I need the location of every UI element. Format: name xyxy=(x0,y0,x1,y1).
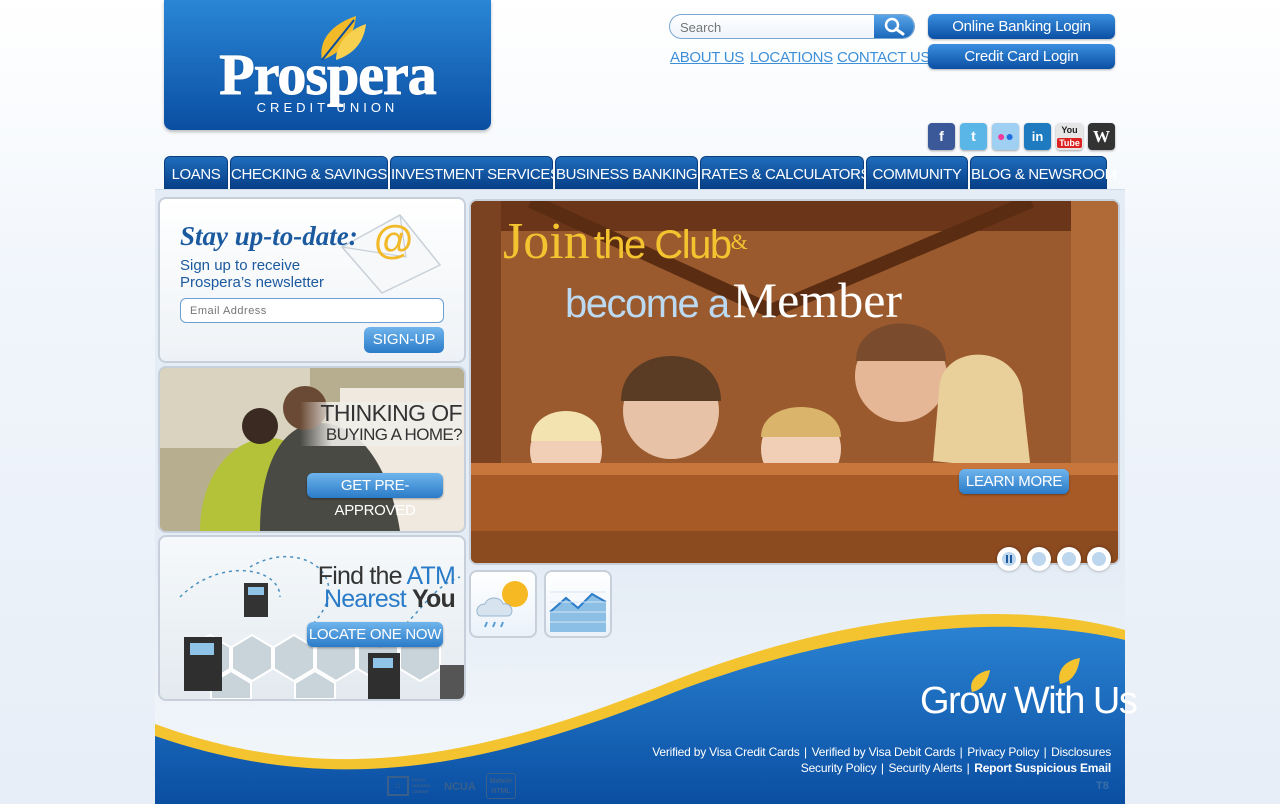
tab-investment-services[interactable]: INVESTMENT SERVICES xyxy=(390,156,560,189)
newsletter-title: Stay up-to-date: xyxy=(180,221,358,251)
tagline: Grow With Us xyxy=(920,680,1138,722)
search-icon xyxy=(884,17,905,36)
newsletter-line-1: Sign up to receive xyxy=(180,257,301,274)
hero-the-club: the Club xyxy=(593,223,732,267)
atm-promo-nearest: Nearest xyxy=(323,585,407,613)
linkedin-icon[interactable]: in xyxy=(1024,123,1051,150)
weather-icon xyxy=(476,581,528,628)
atm-locator-promo[interactable]: Find the ATM Nearest You LOCATE ONE NOW xyxy=(158,535,466,701)
logo-subtitle: CREDIT UNION xyxy=(256,100,399,115)
newsletter-panel: @ Stay up-to-date: Sign up to receive Pr… xyxy=(158,197,466,363)
equal-housing-icon: ⌂ xyxy=(387,776,409,796)
tab-checking-savings[interactable]: CHECKING & SAVINGS xyxy=(230,156,388,189)
contact-us-link[interactable]: CONTACT US xyxy=(837,49,930,66)
locations-link[interactable]: LOCATIONS xyxy=(750,49,833,66)
atm-promo-you: You xyxy=(412,585,456,613)
ncua-badge: NCUA xyxy=(444,781,476,793)
weather-tile[interactable] xyxy=(469,570,537,638)
footer-links-row-2: Security Policy | Security Alerts | Repo… xyxy=(800,761,1111,775)
logo[interactable]: Prospera CREDIT UNION xyxy=(164,0,491,130)
security-policy-link[interactable]: Security Policy xyxy=(801,761,877,775)
tab-community[interactable]: COMMUNITY xyxy=(866,156,968,189)
hero-become-a: become a xyxy=(565,282,730,326)
tab-rates-calculators[interactable]: RATES & CALCULATORS xyxy=(700,156,871,189)
couple-photo xyxy=(160,368,464,531)
facebook-icon[interactable]: f xyxy=(928,123,955,150)
email-field[interactable] xyxy=(180,298,444,323)
slider-dot-1[interactable] xyxy=(1027,547,1051,571)
hero-join: Join xyxy=(503,213,590,270)
home-promo-line-1: THINKING OF xyxy=(320,400,462,426)
pause-icon xyxy=(1002,552,1016,566)
report-suspicious-email-link[interactable]: Report Suspicious Email xyxy=(974,761,1111,775)
chart-icon xyxy=(549,591,607,632)
flickr-icon[interactable]: ●● xyxy=(992,123,1019,150)
visa-credit-link[interactable]: Verified by Visa Credit Cards xyxy=(652,745,800,759)
hero-heading: Join the Club& become a Member xyxy=(503,216,903,336)
hero-ampersand: & xyxy=(730,229,748,254)
svg-text:@: @ xyxy=(374,218,413,262)
locate-one-now-button[interactable]: LOCATE ONE NOW xyxy=(307,622,443,647)
online-banking-login-button[interactable]: Online Banking Login xyxy=(928,14,1115,39)
credit-card-login-button[interactable]: Credit Card Login xyxy=(928,44,1115,69)
sign-up-button[interactable]: SIGN-UP xyxy=(364,327,444,353)
wordpress-icon[interactable]: W xyxy=(1088,123,1115,150)
about-us-link[interactable]: ABOUT US xyxy=(670,49,744,66)
atm-promo-heading: Find the ATM Nearest You xyxy=(280,564,456,613)
tab-blog-newsroom[interactable]: BLOG & NEWSROOM xyxy=(970,156,1117,189)
twitter-icon[interactable]: t xyxy=(960,123,987,150)
slider-dot-3[interactable] xyxy=(1087,547,1111,571)
learn-more-button[interactable]: LEARN MORE xyxy=(959,469,1069,494)
home-promo-line-2: BUYING A HOME? xyxy=(325,425,463,444)
search-box xyxy=(669,14,915,39)
newsletter-line-2: Prospera’s newsletter xyxy=(180,274,324,291)
youtube-icon[interactable]: You Tube xyxy=(1056,123,1083,150)
search-input[interactable] xyxy=(680,18,870,36)
home-promo-heading: THINKING OF BUYING A HOME? xyxy=(300,400,463,446)
home-buying-promo[interactable]: THINKING OF BUYING A HOME? GET PRE-APPRO… xyxy=(158,366,466,533)
equal-housing-badge: EQUAL HOUSING LENDER xyxy=(412,777,431,794)
privacy-policy-link[interactable]: Privacy Policy xyxy=(967,745,1039,759)
tab-loans[interactable]: LOANS xyxy=(164,156,228,189)
newsletter-text: Sign up to receive Prospera’s newsletter xyxy=(180,257,380,291)
footer-corner-code: T8 xyxy=(1096,780,1109,792)
tab-business-banking[interactable]: BUSINESS BANKING xyxy=(555,156,698,189)
visa-debit-link[interactable]: Verified by Visa Debit Cards xyxy=(812,745,956,759)
hero-member: Member xyxy=(732,272,903,328)
slider-pause-button[interactable] xyxy=(997,547,1021,571)
slider-dot-2[interactable] xyxy=(1057,547,1081,571)
hero-slide[interactable]: Join the Club& become a Member LEARN MOR… xyxy=(469,199,1120,565)
mobile-html-badge[interactable]: Mobile HTML xyxy=(486,773,516,799)
get-pre-approved-button[interactable]: GET PRE-APPROVED xyxy=(307,473,443,519)
disclosures-link[interactable]: Disclosures xyxy=(1051,745,1111,759)
rates-chart-tile[interactable] xyxy=(544,570,612,638)
logo-name: Prospera xyxy=(219,42,437,107)
security-alerts-link[interactable]: Security Alerts xyxy=(889,761,963,775)
search-button[interactable] xyxy=(874,15,914,38)
